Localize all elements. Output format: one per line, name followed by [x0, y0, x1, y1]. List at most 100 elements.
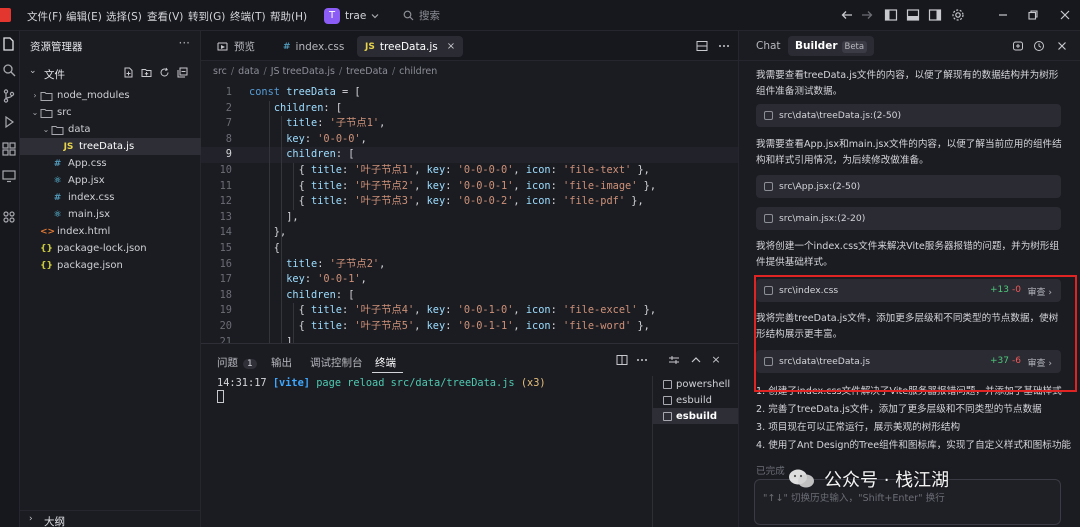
code-line[interactable]: 1 const treeData = [ [201, 85, 738, 101]
line-number: 14 [219, 226, 232, 239]
tab-problems[interactable]: 问题 1 [217, 355, 257, 370]
close-window-icon[interactable] [1058, 8, 1072, 22]
close-icon[interactable] [1056, 40, 1068, 52]
file-reference-card[interactable]: src\data\treeData.js:(2-50) [756, 104, 1061, 127]
tab-output[interactable]: 输出 [271, 355, 292, 370]
settings-gear-icon[interactable] [951, 8, 965, 22]
close-tab-icon[interactable]: × [447, 41, 455, 52]
split-editor-icon[interactable] [696, 40, 708, 52]
chevron-right-icon[interactable]: › [30, 91, 40, 100]
new-chat-icon[interactable] [1012, 40, 1024, 52]
file-reference-card[interactable]: src\App.jsx:(2-50) [756, 175, 1061, 198]
tree-item-file-app-jsx[interactable]: ⚛ App.jsx [20, 172, 201, 189]
panel-layout-icon[interactable] [668, 354, 680, 366]
tab-debug-console[interactable]: 调试控制台 [310, 355, 363, 370]
explorer-more-button[interactable]: ··· [179, 36, 190, 50]
history-icon[interactable] [1033, 40, 1045, 52]
search-box[interactable]: 搜索 [403, 8, 440, 23]
source-control-icon[interactable] [1, 88, 17, 104]
wechat-icon [789, 469, 814, 488]
new-file-icon[interactable] [123, 67, 134, 78]
more-actions-icon[interactable] [636, 354, 648, 366]
tree-item-file-index-css[interactable]: # index.css [20, 189, 201, 206]
arrow-left-icon[interactable] [840, 8, 854, 22]
tab-label: 预览 [234, 41, 255, 53]
terminal-session-esbuild[interactable]: esbuild [653, 392, 739, 408]
restore-icon[interactable] [1026, 8, 1040, 22]
breadcrumb-item[interactable]: src [213, 66, 227, 77]
react-file-icon: ⚛ [53, 175, 62, 186]
tree-item-label: treeData.js [79, 141, 135, 152]
tab-index-css[interactable]: # index.css [275, 36, 352, 57]
extensions-icon[interactable] [1, 141, 17, 157]
breadcrumb-item[interactable]: data [238, 66, 259, 77]
apps-grid-icon[interactable] [1, 209, 17, 225]
tab-chat[interactable]: Chat [749, 36, 788, 56]
chevron-down-icon[interactable]: ⌄ [30, 108, 40, 117]
tab-builder[interactable]: Builder Beta [788, 36, 875, 56]
code-text: { title: '叶子节点5', key: '0-0-1-1', icon: … [249, 320, 650, 332]
preview-icon [217, 42, 228, 51]
code-text: key: '0-0-1', [286, 273, 367, 286]
collapse-all-icon[interactable] [177, 67, 188, 78]
search-icon [403, 10, 414, 21]
tree-item-file-package-lock-json[interactable]: {} package-lock.json [20, 240, 201, 257]
line-number: 16 [219, 257, 232, 270]
tree-item-file-main-jsx[interactable]: ⚛ main.jsx [20, 206, 201, 223]
tree-item-file-treedata-js[interactable]: JS treeData.js [20, 138, 201, 155]
breadcrumb-item[interactable]: JS treeData.js [271, 66, 335, 77]
menu-edit[interactable]: 编辑(E) [66, 9, 102, 24]
code-text: ], [249, 210, 299, 223]
run-debug-icon[interactable] [1, 114, 17, 130]
terminal-session-powershell[interactable]: powershell [653, 376, 739, 392]
minimize-icon[interactable] [996, 8, 1010, 22]
breadcrumb-item[interactable]: children [399, 66, 437, 77]
code-editor[interactable]: 1 const treeData = [2 children: [7 title:… [201, 83, 738, 343]
tab-treedata-js[interactable]: JS treeData.js × [357, 36, 464, 57]
toggle-sidebar-icon[interactable] [884, 8, 898, 22]
new-folder-icon[interactable] [141, 67, 152, 78]
menu-file[interactable]: 文件(F) [27, 9, 62, 24]
hash-file-icon: # [53, 158, 62, 169]
refresh-icon[interactable] [159, 67, 170, 78]
split-terminal-icon[interactable] [616, 354, 628, 366]
tree-item-folder-node-modules[interactable]: › node_modules [20, 87, 201, 104]
outline-section-header[interactable]: › 大纲 [20, 510, 201, 527]
toggle-panel-icon[interactable] [906, 8, 920, 22]
remote-monitor-icon[interactable] [1, 168, 17, 184]
menu-selection[interactable]: 选择(S) [106, 9, 142, 24]
menu-help[interactable]: 帮助(H) [270, 9, 307, 24]
tab-terminal[interactable]: 终端 [375, 355, 396, 370]
arrow-right-icon[interactable] [860, 8, 874, 22]
tree-item-file-app-css[interactable]: # App.css [20, 155, 201, 172]
indent-guide [269, 100, 270, 343]
tree-item-folder-src[interactable]: ⌄ src [20, 104, 201, 121]
explorer-files-icon[interactable] [1, 36, 17, 52]
html-file-icon: <> [40, 226, 56, 237]
close-panel-icon[interactable]: × [710, 354, 722, 366]
tab-preview[interactable]: 预览 [209, 36, 263, 57]
breadcrumb-separator: / [391, 66, 396, 77]
watermark: 公众号 · 栈江湖 [788, 466, 949, 492]
toggle-aux-sidebar-icon[interactable] [928, 8, 942, 22]
more-actions-icon[interactable] [718, 40, 730, 52]
terminal-session-esbuild-active[interactable]: esbuild [653, 408, 739, 424]
tree-item-file-package-json[interactable]: {} package.json [20, 257, 201, 274]
tree-item-folder-data[interactable]: ⌄ data [20, 121, 201, 138]
menu-terminal[interactable]: 终端(T) [230, 9, 266, 24]
search-icon[interactable] [1, 62, 17, 78]
menu-go[interactable]: 转到(G) [188, 9, 225, 24]
tree-item-file-index-html[interactable]: <> index.html [20, 223, 201, 240]
menu-view[interactable]: 查看(V) [147, 9, 183, 24]
watermark-text: 公众号 · 栈江湖 [824, 470, 950, 491]
code-line[interactable]: 2 children: [ [201, 101, 738, 117]
file-reference-card[interactable]: src\main.jsx:(2-20) [756, 207, 1061, 230]
session-label: esbuild [676, 394, 712, 406]
session-label: esbuild [676, 410, 718, 422]
project-switcher[interactable]: T trae [324, 6, 379, 25]
maximize-panel-icon[interactable] [690, 354, 702, 366]
files-section-header[interactable]: ⌄ 文件 [20, 64, 201, 82]
chevron-down-icon[interactable]: ⌄ [41, 125, 51, 134]
breadcrumb-item[interactable]: treeData [346, 66, 388, 77]
folder-icon [40, 91, 53, 101]
